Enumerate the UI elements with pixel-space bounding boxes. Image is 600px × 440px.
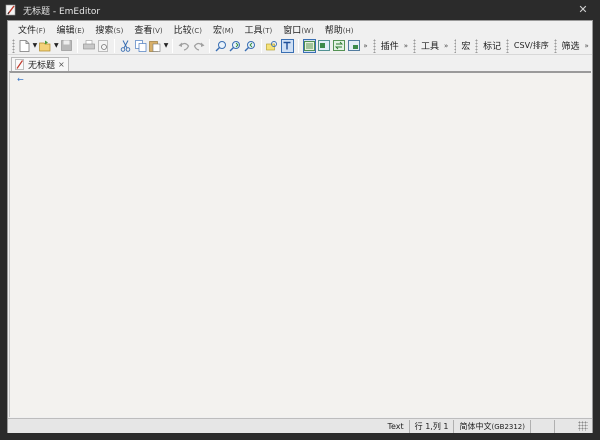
text-mode-icon[interactable] — [280, 38, 294, 53]
print-icon[interactable] — [82, 39, 95, 53]
end-of-file-marker: ← — [17, 75, 24, 84]
menu-tools[interactable]: 工具(T) — [245, 23, 273, 36]
menu-bar: 文件(F) 编辑(E) 搜索(S) 查看(V) 比较(C) 宏(M) 工具(T)… — [8, 21, 592, 37]
title-bar: 无标题 - EmEditor ✕ — [0, 0, 600, 20]
toolbar-grip[interactable] — [453, 38, 457, 53]
status-mode[interactable]: Text — [382, 420, 408, 433]
find-icon[interactable] — [214, 39, 227, 53]
tools-toolbar-button[interactable]: 工具 — [421, 39, 439, 52]
output-bar-icon[interactable] — [348, 39, 361, 53]
menu-search[interactable]: 搜索(S) — [95, 23, 123, 36]
open-dropdown-icon[interactable]: ▼ — [53, 42, 59, 49]
toolbar-grip[interactable] — [372, 38, 376, 53]
main-toolbar: ▼ ▼ ▼ » 插件 » 工具 » 宏 标记 CSV/排序 筛选 » — [8, 37, 592, 55]
open-folder-icon[interactable] — [39, 39, 52, 53]
save-icon[interactable] — [61, 39, 74, 53]
paste-icon[interactable] — [149, 39, 162, 53]
undo-icon[interactable] — [177, 39, 190, 53]
status-empty-field — [554, 419, 578, 433]
toolbar-grip[interactable] — [506, 38, 509, 53]
document-tab-bar: 无标题 × — [8, 56, 592, 71]
resize-grip[interactable] — [578, 421, 588, 431]
menu-edit[interactable]: 编辑(E) — [57, 23, 85, 36]
menu-macros[interactable]: 宏(M) — [213, 23, 234, 36]
toolbar-grip[interactable] — [475, 38, 479, 53]
macros-toolbar-button[interactable]: 宏 — [461, 39, 470, 52]
window-title: 无标题 - EmEditor — [23, 6, 101, 17]
emeditor-app-icon — [5, 4, 17, 16]
copy-icon[interactable] — [134, 39, 147, 53]
plugins-toolbar-button[interactable]: 插件 — [381, 39, 399, 52]
filter-toolbar-button[interactable]: 筛选 — [562, 39, 580, 52]
tab-untitled[interactable]: 无标题 × — [11, 57, 69, 71]
highlight-search-icon[interactable] — [266, 39, 279, 53]
find-previous-icon[interactable] — [244, 39, 257, 53]
tools-overflow-icon[interactable]: » — [444, 42, 450, 50]
menu-window[interactable]: 窗口(W) — [283, 23, 313, 36]
text-editor-area[interactable]: ← — [9, 71, 591, 417]
csv-sort-toolbar-button[interactable]: CSV/排序 — [514, 40, 549, 51]
document-icon — [15, 59, 25, 70]
paste-dropdown-icon[interactable]: ▼ — [163, 42, 169, 49]
toolbar-separator — [172, 38, 174, 53]
find-next-icon[interactable] — [229, 39, 242, 53]
toolbar-grip[interactable] — [12, 38, 15, 53]
plugins-overflow-icon[interactable]: » — [404, 42, 410, 50]
redo-icon[interactable] — [192, 39, 205, 53]
status-empty-field — [530, 419, 554, 433]
menu-file[interactable]: 文件(F) — [18, 23, 46, 36]
menu-help[interactable]: 帮助(H) — [325, 23, 354, 36]
bookmarks-toolbar-button[interactable]: 标记 — [483, 39, 501, 52]
sync-scroll-icon[interactable] — [333, 39, 346, 53]
toolbar-grip[interactable] — [413, 38, 417, 53]
toolbar-grip[interactable] — [553, 38, 557, 53]
new-file-icon[interactable] — [18, 39, 31, 53]
tab-close-icon[interactable]: × — [58, 60, 65, 69]
mark-icon[interactable] — [302, 38, 316, 53]
tab-label: 无标题 — [28, 61, 56, 71]
status-encoding[interactable]: 简体中文(GB2312) — [453, 419, 530, 433]
close-window-button[interactable]: ✕ — [576, 3, 590, 17]
status-bar: Text 行 1,列 1 简体中文(GB2312) — [8, 418, 592, 433]
toolbar-overflow-icon[interactable]: » — [363, 42, 369, 50]
toolbar-separator — [114, 38, 116, 53]
menu-compare[interactable]: 比较(C) — [174, 23, 202, 36]
new-file-dropdown-icon[interactable]: ▼ — [32, 42, 38, 49]
toolbar-separator — [209, 38, 211, 53]
filter-overflow-icon[interactable]: » — [585, 42, 591, 50]
toolbar-separator — [297, 38, 299, 53]
application-frame: 文件(F) 编辑(E) 搜索(S) 查看(V) 比较(C) 宏(M) 工具(T)… — [7, 20, 593, 433]
cut-icon[interactable] — [119, 39, 132, 53]
menu-view[interactable]: 查看(V) — [134, 23, 162, 36]
window-split-icon[interactable] — [318, 39, 331, 53]
status-cursor-position[interactable]: 行 1,列 1 — [408, 419, 454, 433]
toolbar-separator — [260, 38, 262, 53]
print-preview-icon[interactable] — [97, 39, 110, 53]
toolbar-separator — [77, 38, 79, 53]
